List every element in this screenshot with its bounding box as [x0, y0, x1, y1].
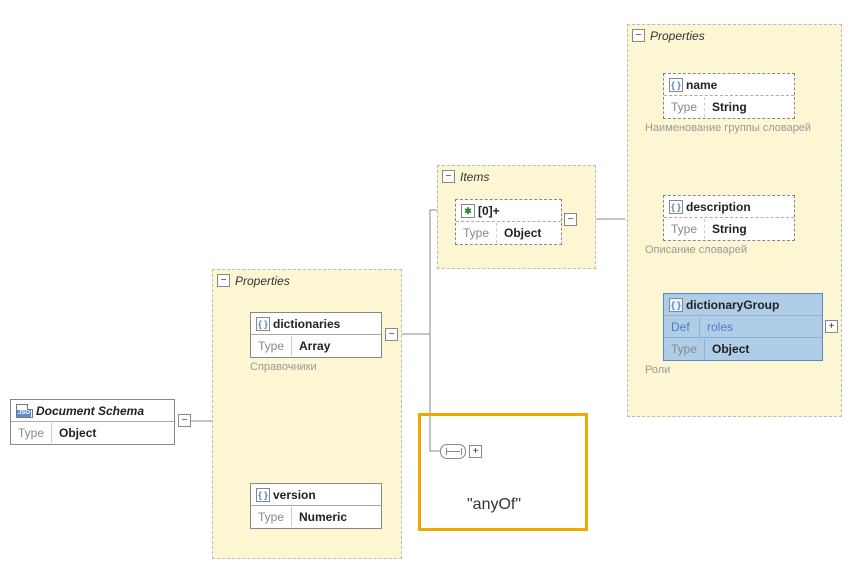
type-value: Object	[497, 223, 548, 243]
node-dictionaries[interactable]: { } dictionaries Type Array	[250, 312, 382, 358]
type-value: Numeric	[292, 507, 354, 527]
node-version[interactable]: { } version Type Numeric	[250, 483, 382, 529]
type-label: Type	[664, 97, 705, 117]
node-title: { } name	[664, 75, 724, 95]
node-title: ✱ [0]+	[456, 201, 507, 221]
type-value: Array	[292, 336, 337, 356]
node-items-0[interactable]: ✱ [0]+ Type Object	[455, 199, 562, 245]
type-label: Type	[11, 423, 52, 443]
annotation-description: Описание словарей	[645, 244, 747, 256]
anyof-label: "anyOf"	[467, 496, 521, 514]
type-value: Object	[705, 339, 756, 359]
expand-handle[interactable]: −	[564, 213, 577, 226]
braces-icon: { }	[256, 317, 270, 331]
node-description[interactable]: { } description Type String	[663, 195, 795, 241]
def-value: roles	[700, 317, 740, 337]
type-value: Object	[52, 423, 103, 443]
annotation-dictionary-group: Роли	[645, 364, 670, 376]
braces-icon: { }	[669, 78, 683, 92]
node-title: { } dictionaryGroup	[664, 295, 786, 315]
type-label: Type	[664, 339, 705, 359]
group-title: Properties	[235, 274, 290, 288]
collapse-icon[interactable]: −	[217, 274, 230, 287]
type-label: Type	[456, 223, 497, 243]
star-icon: ✱	[461, 204, 475, 218]
type-label: Type	[664, 219, 705, 239]
expand-handle[interactable]: +	[825, 320, 838, 333]
collapse-icon[interactable]: −	[632, 29, 645, 42]
node-dictionary-group[interactable]: { } dictionaryGroup Def roles Type Objec…	[663, 293, 823, 361]
group-title: Properties	[650, 29, 705, 43]
node-title: { } dictionaries	[251, 314, 347, 334]
anyof-symbol[interactable]	[440, 444, 466, 459]
def-label: Def	[664, 317, 700, 337]
type-value: String	[705, 219, 754, 239]
annotation-dictionaries: Справочники	[250, 361, 317, 373]
type-label: Type	[251, 336, 292, 356]
braces-icon: { }	[256, 488, 270, 502]
node-name[interactable]: { } name Type String	[663, 73, 795, 119]
annotation-name: Наименование группы словарей	[645, 122, 825, 134]
type-value: String	[705, 97, 754, 117]
group-title: Items	[460, 170, 489, 184]
node-title: { } description	[664, 197, 758, 217]
collapse-icon[interactable]: −	[442, 170, 455, 183]
braces-icon: { }	[669, 298, 683, 312]
expand-handle[interactable]: −	[178, 414, 191, 427]
node-document-schema[interactable]: Document Schema Type Object	[10, 399, 175, 445]
json-icon	[16, 404, 33, 418]
node-title: { } version	[251, 485, 323, 505]
node-title: Document Schema	[11, 401, 151, 421]
braces-icon: { }	[669, 200, 683, 214]
expand-handle[interactable]: −	[385, 328, 398, 341]
type-label: Type	[251, 507, 292, 527]
expand-handle[interactable]: +	[469, 445, 482, 458]
